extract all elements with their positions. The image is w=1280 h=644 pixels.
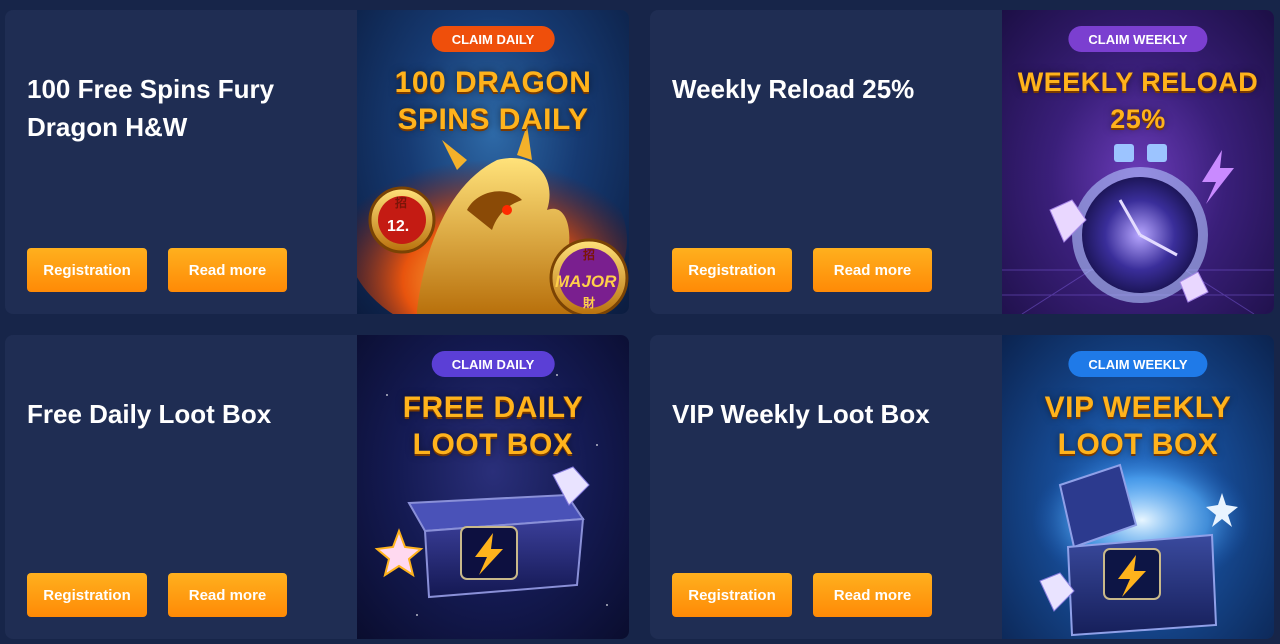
claim-badge: CLAIM WEEKLY bbox=[1068, 26, 1208, 52]
claim-badge: CLAIM DAILY bbox=[431, 351, 555, 377]
promo-card-dragon-spins: 100 Free Spins Fury Dragon H&W Registrat… bbox=[5, 10, 629, 314]
banner-headline-line-2: SPINS DAILY bbox=[397, 103, 589, 136]
promo-card-info: Weekly Reload 25% Registration Read more bbox=[650, 10, 1002, 314]
major-coin-label: MAJOR bbox=[555, 272, 617, 291]
registration-button[interactable]: Registration bbox=[27, 248, 147, 292]
coin-glyph: 招 bbox=[395, 196, 408, 210]
stopwatch-illustration bbox=[1002, 144, 1274, 314]
read-more-button[interactable]: Read more bbox=[168, 573, 287, 617]
banner-headline-line-1: 100 DRAGON bbox=[394, 66, 592, 99]
promo-card-info: VIP Weekly Loot Box Registration Read mo… bbox=[650, 335, 1002, 639]
dragon-illustration bbox=[357, 125, 629, 314]
banner-headline-line-1: VIP WEEKLY bbox=[1044, 391, 1232, 424]
banner-headline-line-2: LOOT BOX bbox=[412, 428, 574, 461]
major-coin-glyph-top: 招 bbox=[583, 248, 596, 262]
claim-badge: CLAIM DAILY bbox=[431, 26, 555, 52]
banner-headline: 100 DRAGON SPINS DAILY bbox=[357, 64, 629, 138]
star-icon bbox=[374, 528, 424, 578]
promo-banner[interactable]: CLAIM WEEKLY WEEKLY RELOAD 25% bbox=[1002, 10, 1274, 314]
promo-banner[interactable]: 12. 招 招 MAJOR 財 CLAIM DAILY 100 DRAGON S… bbox=[357, 10, 629, 314]
registration-button[interactable]: Registration bbox=[27, 573, 147, 617]
banner-headline: FREE DAILY LOOT BOX bbox=[357, 389, 629, 463]
registration-button[interactable]: Registration bbox=[672, 573, 792, 617]
read-more-button[interactable]: Read more bbox=[813, 248, 932, 292]
registration-button[interactable]: Registration bbox=[672, 248, 792, 292]
promo-card-info: 100 Free Spins Fury Dragon H&W Registrat… bbox=[5, 10, 357, 314]
promotions-grid: 100 Free Spins Fury Dragon H&W Registrat… bbox=[0, 0, 1280, 644]
banner-headline-line-1: FREE DAILY bbox=[402, 391, 584, 424]
promo-card-vip-loot-box: VIP Weekly Loot Box Registration Read mo… bbox=[650, 335, 1274, 639]
open-loot-box-illustration bbox=[1032, 450, 1252, 637]
major-coin-glyph-bottom: 財 bbox=[583, 296, 596, 310]
read-more-button[interactable]: Read more bbox=[168, 248, 287, 292]
promo-banner[interactable]: CLAIM WEEKLY VIP WEEKLY LOOT BOX bbox=[1002, 335, 1274, 639]
banner-headline: VIP WEEKLY LOOT BOX bbox=[1002, 389, 1274, 463]
promo-title: VIP Weekly Loot Box bbox=[672, 399, 930, 429]
promo-title: 100 Free Spins Fury Dragon H&W bbox=[27, 74, 275, 142]
claim-badge: CLAIM WEEKLY bbox=[1068, 351, 1208, 377]
banner-headline: WEEKLY RELOAD 25% bbox=[1002, 64, 1274, 138]
promo-card-info: Free Daily Loot Box Registration Read mo… bbox=[5, 335, 357, 639]
coin-value: 12. bbox=[387, 218, 410, 235]
read-more-button[interactable]: Read more bbox=[813, 573, 932, 617]
loot-box-illustration bbox=[374, 374, 608, 616]
promo-card-daily-loot-box: Free Daily Loot Box Registration Read mo… bbox=[5, 335, 629, 639]
lightning-icon bbox=[1202, 150, 1234, 204]
banner-headline-line-2: 25% bbox=[1110, 104, 1166, 134]
promo-title: Weekly Reload 25% bbox=[672, 74, 915, 104]
banner-headline-line-2: LOOT BOX bbox=[1057, 428, 1219, 461]
banner-headline-line-1: WEEKLY RELOAD bbox=[1017, 67, 1259, 97]
promo-card-weekly-reload: Weekly Reload 25% Registration Read more bbox=[650, 10, 1274, 314]
promo-title: Free Daily Loot Box bbox=[27, 399, 272, 429]
promo-banner[interactable]: CLAIM DAILY FREE DAILY LOOT BOX bbox=[357, 335, 629, 639]
